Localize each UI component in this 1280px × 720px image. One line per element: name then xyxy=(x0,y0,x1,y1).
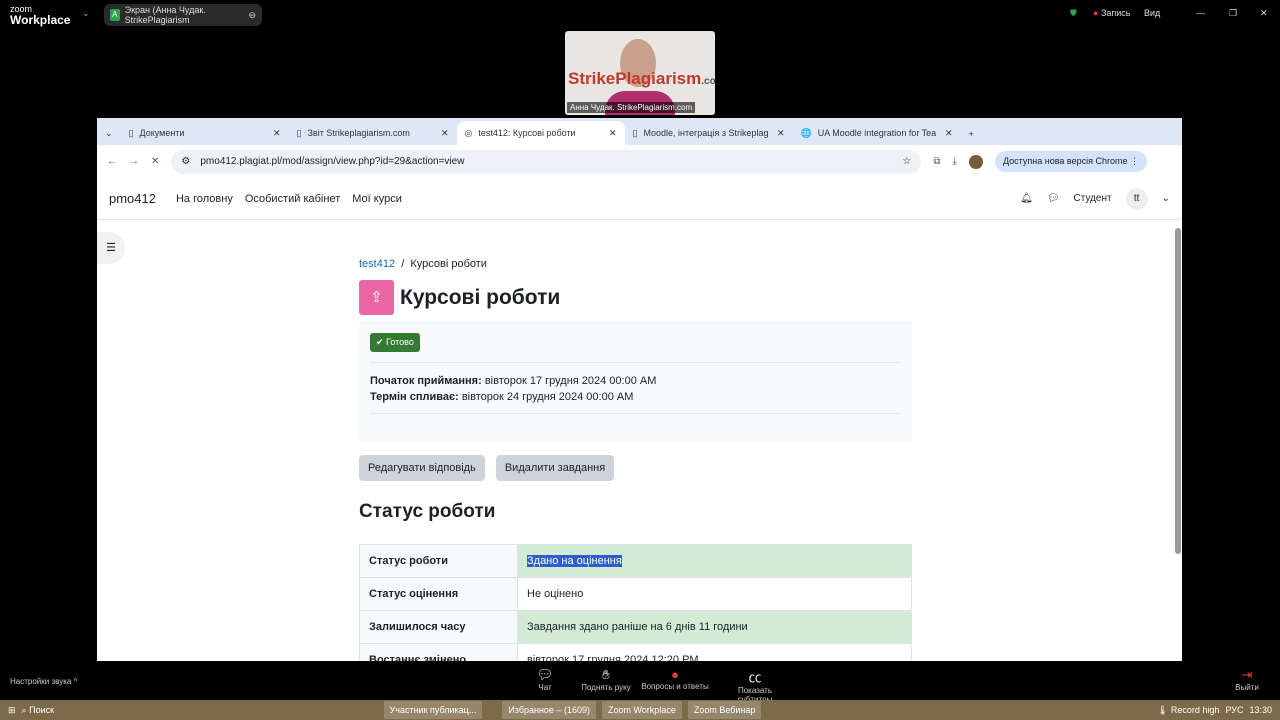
nav-my-courses[interactable]: Мої курси xyxy=(352,193,402,205)
back-icon[interactable]: ← xyxy=(107,156,117,167)
leave-button[interactable]: ⇥ Выйти xyxy=(1212,667,1280,692)
tab-active[interactable]: ◎ test412: Курсові роботи ✕ xyxy=(456,121,625,145)
camera-logo: StrikePlagiarism.com xyxy=(568,69,715,88)
record-indicator[interactable]: ● Запись xyxy=(1093,8,1130,18)
activity-info: ✔ Готово Початок приймання: вівторок 17 … xyxy=(359,321,912,442)
extensions-icon[interactable]: ⧉ xyxy=(933,156,940,167)
restore-icon[interactable]: ❐ xyxy=(1229,8,1237,19)
moodle-navbar: pmo412 На головну Особистий кабінет Мої … xyxy=(97,178,1182,220)
table-row: Востаннє змінено вівторок 17 грудня 2024 … xyxy=(359,643,912,661)
tab-search-icon[interactable]: ⌄ xyxy=(97,128,121,145)
done-badge: ✔ Готово xyxy=(370,333,420,352)
profile-avatar[interactable] xyxy=(968,154,983,169)
taskbar-app[interactable]: Участник публикац... xyxy=(383,701,483,719)
breadcrumb-course[interactable]: test412 xyxy=(359,258,395,270)
close-icon[interactable]: ✕ xyxy=(1260,8,1268,19)
nav-home[interactable]: На головну xyxy=(176,193,233,205)
assignment-icon: ⇪ xyxy=(359,280,394,315)
table-row: Статус оцінення Не оцінено xyxy=(359,577,912,611)
camera-video: StrikePlagiarism.com Анна Чудак. StrikeP… xyxy=(565,31,715,115)
status-heading: Статус роботи xyxy=(359,501,496,522)
chrome-update-button[interactable]: Доступна нова версія Chrome ⋮ xyxy=(994,151,1147,172)
nav-dashboard[interactable]: Особистий кабінет xyxy=(245,193,340,205)
stop-icon[interactable]: ✕ xyxy=(151,156,159,167)
user-avatar[interactable]: tt xyxy=(1125,187,1148,210)
new-tab-icon[interactable]: + xyxy=(961,129,982,145)
page-title: Курсові роботи xyxy=(400,285,561,309)
tab[interactable]: ▯ Moodle, інтеграція з Strikeplag ✕ xyxy=(625,121,793,145)
table-row: Статус роботи Здано на оцінення xyxy=(359,544,912,578)
edit-submission-button[interactable]: Редагувати відповідь xyxy=(359,455,485,481)
zoom-logo: zoom Workplace xyxy=(10,4,71,27)
remove-submission-button[interactable]: Видалити завдання xyxy=(495,455,615,481)
chat-button[interactable]: 💬︎ Чат xyxy=(510,667,580,692)
zoom-toolbar: Настройки звука ^ 💬︎ Чат ✋︎ Поднять руку ●… xyxy=(0,661,1280,704)
breadcrumb: test412 / Курсові роботи xyxy=(359,258,487,270)
taskbar-app[interactable]: Zoom Вебинар xyxy=(687,701,762,719)
windows-start-icon[interactable]: ⊞ xyxy=(8,705,16,716)
clock[interactable]: 13:30 xyxy=(1249,705,1272,715)
forward-icon[interactable]: → xyxy=(129,156,139,167)
site-brand[interactable]: pmo412 xyxy=(109,191,156,206)
language-indicator[interactable]: РУС xyxy=(1225,705,1243,715)
bell-icon[interactable]: 🔔︎ xyxy=(1020,193,1033,204)
tab[interactable]: ▯ Звіт Strikeplagiarism.com ✕ xyxy=(289,121,457,145)
camera-name: Анна Чудак. StrikePlagiarism.com xyxy=(567,102,696,113)
audio-settings[interactable]: Настройки звука ^ xyxy=(10,677,77,686)
browser-window: ⌄ ▯ Документи ✕ ▯ Звіт Strikeplagiarism.com… xyxy=(97,118,1182,661)
minimize-icon[interactable]: — xyxy=(1196,8,1205,18)
tab[interactable]: 🌐 UA Moodle integration for Tea ✕ xyxy=(793,121,961,145)
scrollbar[interactable] xyxy=(1175,228,1181,554)
address-bar[interactable]: ⚙ pmo412.plagiat.pl/mod/assign/view.php?i… xyxy=(171,149,922,174)
star-icon[interactable]: ☆ xyxy=(902,156,911,167)
view-button[interactable]: Вид xyxy=(1144,8,1160,18)
raise-hand-button[interactable]: ✋︎ Поднять руку xyxy=(571,667,641,692)
tab[interactable]: ▯ Документи ✕ xyxy=(121,121,289,145)
course-index-toggle[interactable]: ☰ xyxy=(97,232,125,264)
download-icon[interactable]: ⤓ xyxy=(953,156,957,167)
more-icon[interactable]: ⊖ xyxy=(248,10,256,21)
taskbar-app[interactable]: Zoom Workplace xyxy=(601,701,682,719)
tab-strip: ⌄ ▯ Документи ✕ ▯ Звіт Strikeplagiarism.com… xyxy=(97,118,1182,145)
weather-widget[interactable]: 🌡︎ Record high xyxy=(1157,705,1219,716)
table-row: Залишилося часу Завдання здано раніше на … xyxy=(359,610,912,644)
shield-icon: ⛊ xyxy=(1070,8,1077,18)
captions-button[interactable]: ㏄Показать субтитры xyxy=(720,667,790,704)
role-label: Студент xyxy=(1073,193,1112,204)
taskbar-app[interactable]: Избранное – (1609) xyxy=(502,701,596,719)
search-box[interactable]: ⌕ Поиск xyxy=(22,705,142,716)
qa-button[interactable]: ● Вопросы и ответы xyxy=(640,667,710,691)
message-icon[interactable]: 💬︎ xyxy=(1047,193,1060,204)
screen-share-pill[interactable]: A Экран (Анна Чудак. StrikePlagiarism ⊖ xyxy=(104,4,262,26)
submission-status-table: Статус роботи Здано на оцінення Статус оц… xyxy=(359,544,912,661)
chevron-down-icon[interactable]: ⌄ xyxy=(82,8,90,19)
windows-taskbar: ⊞ ⌕ Поиск Участник публикац... Избранное… xyxy=(0,700,1280,720)
